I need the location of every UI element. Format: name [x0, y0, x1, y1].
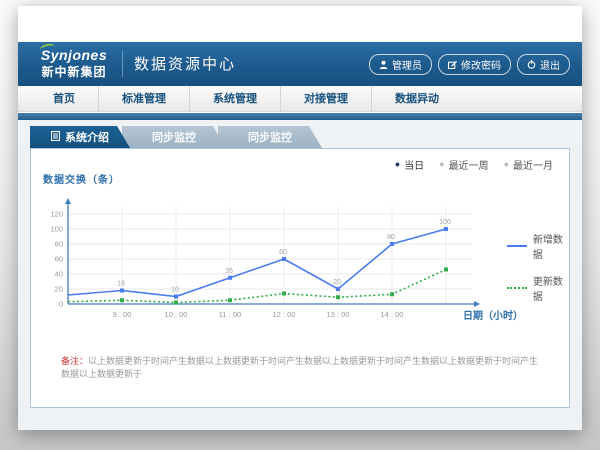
nav-accent-strip	[18, 113, 582, 120]
svg-text:20: 20	[55, 285, 63, 294]
svg-text:12 : 00: 12 : 00	[273, 310, 296, 319]
svg-text:20: 20	[333, 279, 341, 286]
tab-sync-monitor-2[interactable]: 同步监控	[218, 126, 322, 148]
svg-text:10: 10	[171, 287, 179, 294]
y-axis-title: 数据交换（条）	[43, 171, 120, 186]
filter-last-week[interactable]: ● 最近一周	[439, 157, 488, 172]
radio-dot-icon: ●	[439, 160, 444, 169]
nav-item-home[interactable]: 首页	[30, 86, 99, 112]
filter-last-month[interactable]: ● 最近一月	[504, 157, 553, 172]
svg-text:100: 100	[50, 225, 63, 234]
radio-dot-icon: ●	[504, 160, 509, 169]
legend-line-sample	[507, 287, 527, 289]
filter-today[interactable]: ● 当日	[395, 157, 424, 172]
screenshot-canvas: Synjones 新中新集团 数据资源中心 管理员 修改密码	[0, 0, 600, 450]
legend-item-new-data[interactable]: 新增数据	[507, 231, 569, 261]
brand-logo: Synjones 新中新集团	[32, 47, 116, 80]
brand-logo-en: Synjones	[32, 47, 116, 63]
svg-text:80: 80	[55, 240, 63, 249]
range-filter-group: ● 当日 ● 最近一周 ● 最近一月	[395, 157, 553, 172]
svg-text:35: 35	[225, 268, 233, 275]
power-icon	[527, 60, 536, 69]
nav-item-data-change[interactable]: 数据异动	[372, 86, 462, 112]
document-icon	[51, 131, 60, 144]
user-icon	[379, 60, 388, 69]
user-button[interactable]: 管理员	[369, 54, 432, 75]
svg-text:10 : 00: 10 : 00	[165, 310, 188, 319]
chart-legend: 新增数据 更新数据	[507, 231, 569, 315]
edit-icon	[448, 60, 457, 69]
svg-text:40: 40	[55, 270, 63, 279]
svg-text:60: 60	[279, 249, 287, 256]
svg-text:0: 0	[59, 300, 63, 309]
header-actions: 管理员 修改密码 退出	[369, 54, 570, 75]
logout-button[interactable]: 退出	[517, 54, 570, 75]
chart-panel: ● 当日 ● 最近一周 ● 最近一月 数据交换（条） 0 20 40 60 80 100 1…	[30, 148, 570, 408]
main-nav: 首页 标准管理 系统管理 对接管理 数据异动	[18, 86, 582, 112]
nav-item-system-mgmt[interactable]: 系统管理	[190, 86, 281, 112]
nav-item-integration-mgmt[interactable]: 对接管理	[281, 86, 372, 112]
tab-system-intro[interactable]: 系统介绍	[30, 126, 130, 148]
nav-item-standard-mgmt[interactable]: 标准管理	[99, 86, 190, 112]
footnote: 备注：以上数据更新于时间产生数据以上数据更新于时间产生数据以上数据更新于时间产生…	[61, 355, 541, 381]
svg-text:9 : 00: 9 : 00	[113, 310, 132, 319]
line-chart: 0 20 40 60 80 100 120 9 : 00 10 : 00 11 : 00 12 : …	[36, 196, 498, 328]
legend-line-sample	[507, 245, 527, 247]
header-divider	[122, 51, 123, 77]
tab-sync-monitor-1[interactable]: 同步监控	[122, 126, 226, 148]
svg-text:14 : 00: 14 : 00	[381, 310, 404, 319]
svg-text:13 : 00: 13 : 00	[327, 310, 350, 319]
legend-item-update-data[interactable]: 更新数据	[507, 273, 569, 303]
svg-text:120: 120	[50, 210, 63, 219]
change-password-button[interactable]: 修改密码	[438, 54, 511, 75]
app-title: 数据资源中心	[134, 42, 236, 86]
brand-logo-cn: 新中新集团	[32, 63, 116, 80]
svg-text:18: 18	[117, 281, 125, 288]
content-area: 同步监控 同步监控 系统介绍 ● 当日	[18, 120, 582, 430]
radio-dot-icon: ●	[395, 160, 400, 169]
footnote-prefix: 备注：	[61, 356, 88, 366]
app-header: Synjones 新中新集团 数据资源中心 管理员 修改密码	[18, 42, 582, 86]
svg-text:100: 100	[439, 219, 451, 226]
svg-text:60: 60	[55, 255, 63, 264]
svg-text:80: 80	[387, 234, 395, 241]
svg-text:11 : 00: 11 : 00	[219, 310, 241, 319]
app-window: Synjones 新中新集团 数据资源中心 管理员 修改密码	[18, 6, 582, 430]
